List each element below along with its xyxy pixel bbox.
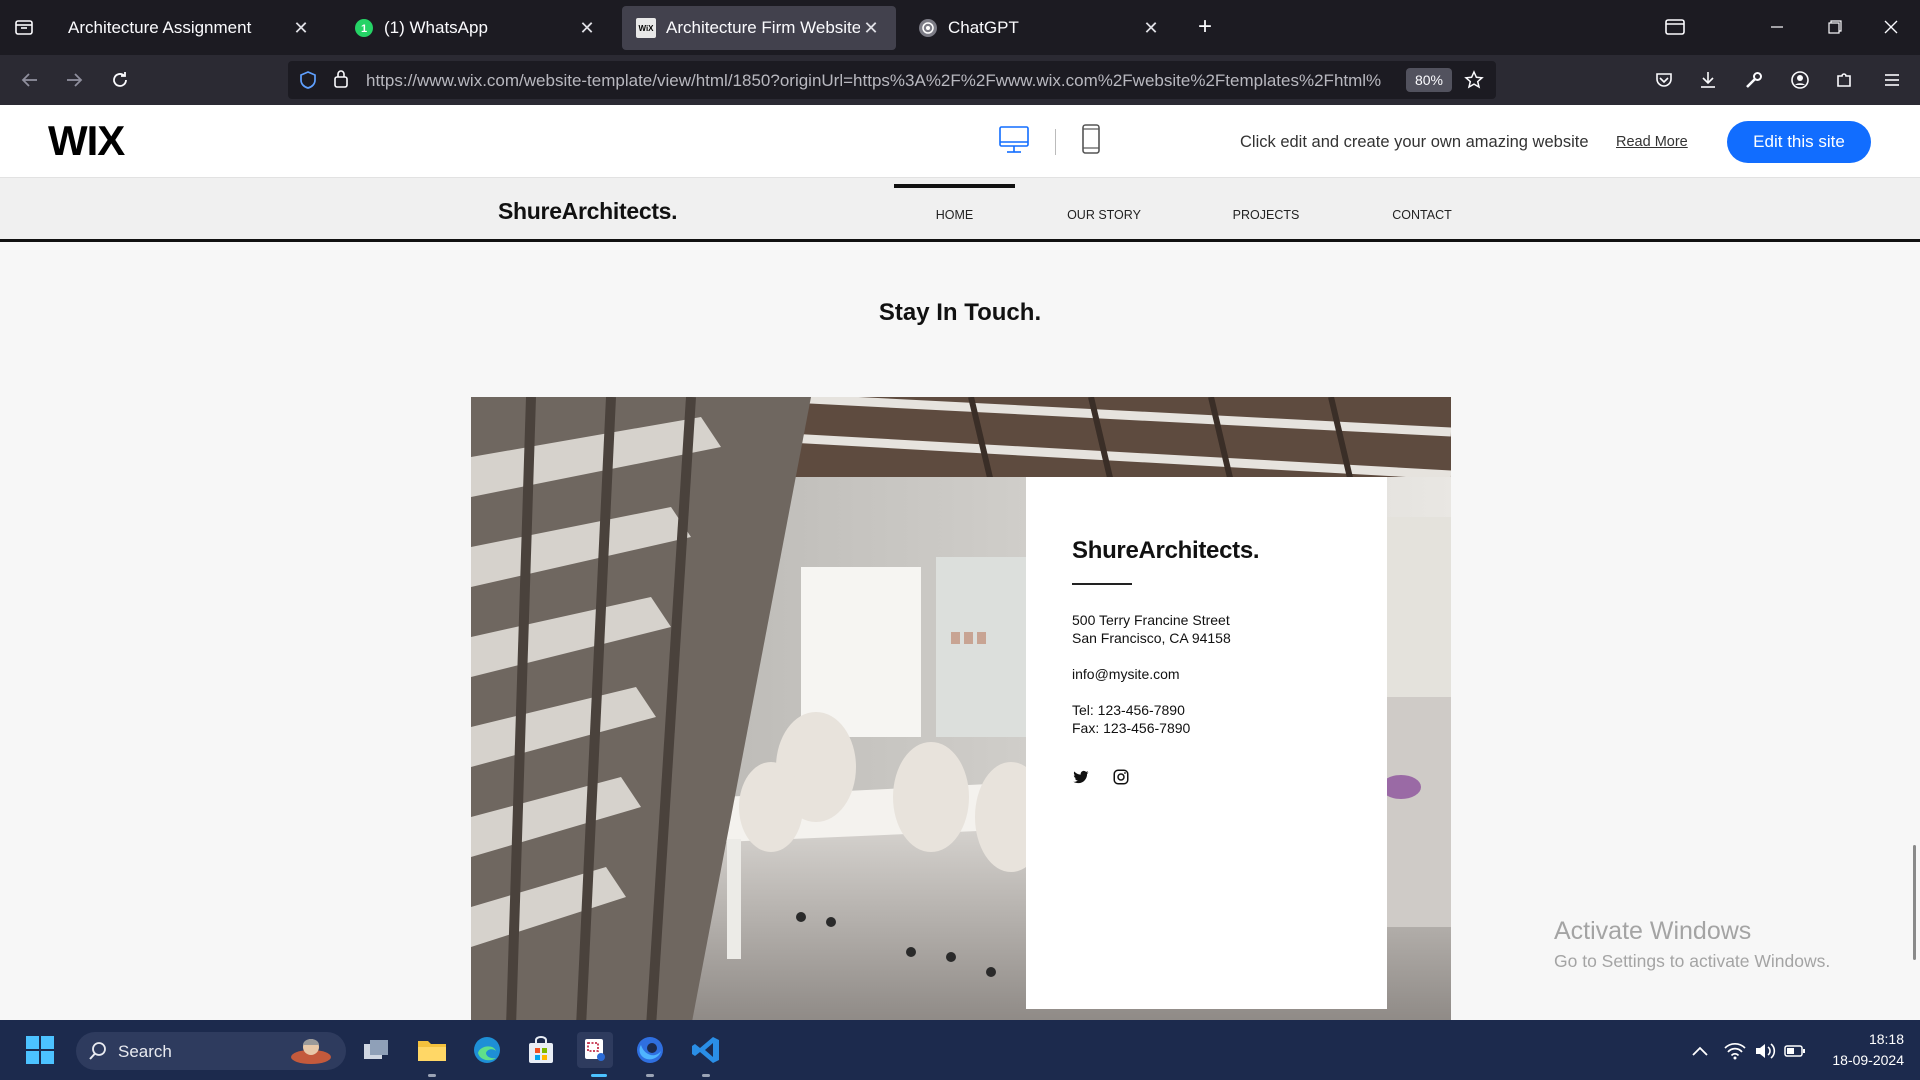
wix-favicon: WiX — [636, 18, 656, 38]
new-tab-icon[interactable]: + — [1188, 10, 1222, 44]
nav-contact[interactable]: CONTACT — [1362, 208, 1482, 222]
battery-icon[interactable] — [1784, 1040, 1806, 1062]
activate-windows-subtitle: Go to Settings to activate Windows. — [1554, 951, 1831, 971]
close-icon[interactable]: ✕ — [1140, 17, 1162, 39]
wix-logo[interactable]: WIX — [48, 117, 125, 165]
file-explorer-icon[interactable] — [414, 1032, 450, 1068]
active-app-indicator — [591, 1074, 607, 1077]
chatgpt-icon — [918, 18, 938, 38]
bookmark-star-icon[interactable] — [1464, 70, 1484, 95]
show-hidden-icons-chevron-icon[interactable] — [1689, 1040, 1711, 1062]
microsoft-store-icon[interactable] — [523, 1032, 559, 1068]
contact-card: ShureArchitects. 500 Terry Francine Stre… — [1026, 477, 1387, 1009]
restore-icon[interactable] — [1818, 10, 1852, 44]
desktop-view-icon[interactable] — [998, 123, 1030, 157]
minimize-icon[interactable] — [1760, 10, 1794, 44]
pocket-icon[interactable] — [1648, 64, 1680, 96]
windows-start-icon[interactable] — [22, 1032, 58, 1068]
lock-icon[interactable] — [332, 69, 350, 94]
wix-template-header: WIX Click edit and create your own amazi… — [0, 105, 1920, 178]
vscode-icon[interactable] — [688, 1032, 724, 1068]
whatsapp-icon: 1 — [354, 18, 374, 38]
close-icon[interactable]: ✕ — [860, 17, 882, 39]
close-icon[interactable]: ✕ — [290, 17, 312, 39]
snipping-tool-icon[interactable] — [577, 1032, 613, 1068]
svg-text:1: 1 — [361, 23, 367, 35]
address-line-1: 500 Terry Francine Street — [1072, 612, 1230, 628]
tab-title: ChatGPT — [948, 18, 1019, 37]
active-nav-indicator — [894, 184, 1015, 188]
contact-brand: ShureArchitects. — [1072, 537, 1260, 564]
zoom-level-badge[interactable]: 80% — [1406, 68, 1452, 92]
wix-promo-text: Click edit and create your own amazing w… — [1240, 133, 1589, 151]
search-highlight-icon — [288, 1035, 334, 1072]
site-logo[interactable]: ShureArchitects. — [498, 198, 678, 225]
running-indicator — [428, 1074, 436, 1077]
search-placeholder: Search — [118, 1042, 172, 1061]
menu-icon[interactable] — [1876, 64, 1908, 96]
tab-title: (1) WhatsApp — [384, 18, 488, 37]
tab-whatsapp[interactable]: 1 (1) WhatsApp ✕ — [340, 6, 612, 50]
address-line-2: San Francisco, CA 94158 — [1072, 630, 1231, 646]
search-icon — [88, 1041, 108, 1066]
forward-icon[interactable] — [58, 64, 90, 96]
view-separator — [1055, 129, 1056, 155]
address-bar[interactable]: https://www.wix.com/website-template/vie… — [288, 61, 1496, 99]
list-all-tabs-icon[interactable] — [1658, 10, 1692, 44]
tools-wrench-icon[interactable] — [1738, 64, 1770, 96]
browser-tab-bar: Architecture Assignment ✕ 1 (1) WhatsApp… — [0, 0, 1920, 55]
phone-fax: Fax: 123-456-7890 — [1072, 720, 1191, 736]
account-icon[interactable] — [1784, 64, 1816, 96]
nav-our-story[interactable]: OUR STORY — [1044, 208, 1164, 222]
read-more-link[interactable]: Read More — [1616, 134, 1688, 150]
close-window-icon[interactable] — [1874, 10, 1908, 44]
close-icon[interactable]: ✕ — [576, 17, 598, 39]
volume-icon[interactable] — [1754, 1040, 1776, 1062]
reload-icon[interactable] — [104, 64, 136, 96]
tab-chatgpt[interactable]: ChatGPT ✕ — [904, 6, 1176, 50]
wifi-icon[interactable] — [1724, 1040, 1746, 1062]
site-navigation: ShureArchitects. HOME OUR STORY PROJECTS… — [0, 178, 1920, 242]
edge-browser-icon[interactable] — [469, 1032, 505, 1068]
task-view-icon[interactable] — [358, 1032, 394, 1068]
instagram-icon[interactable] — [1112, 768, 1130, 786]
nav-projects[interactable]: PROJECTS — [1206, 208, 1326, 222]
tab-title: Architecture Assignment — [68, 18, 252, 37]
page-content: Stay In Touch. ShureArchitects. 500 Terr… — [0, 245, 1920, 1020]
twitter-icon[interactable] — [1072, 768, 1090, 786]
firefox-icon[interactable] — [632, 1032, 668, 1068]
url-text[interactable]: https://www.wix.com/website-template/vie… — [366, 71, 1396, 91]
back-icon[interactable] — [14, 64, 46, 96]
shield-icon[interactable] — [298, 70, 318, 95]
running-indicator — [702, 1074, 710, 1077]
section-title: Stay In Touch. — [878, 299, 1042, 326]
tab-architecture-assignment[interactable]: Architecture Assignment ✕ — [54, 6, 326, 50]
email-link[interactable]: info@mysite.com — [1072, 666, 1180, 682]
running-indicator — [646, 1074, 654, 1077]
mobile-view-icon[interactable] — [1080, 122, 1102, 156]
clock-time[interactable]: 18:18 — [1840, 1031, 1904, 1047]
downloads-icon[interactable] — [1692, 64, 1724, 96]
nav-home[interactable]: HOME — [894, 208, 1015, 222]
tab-overview-icon[interactable] — [8, 11, 40, 43]
clock-date[interactable]: 18-09-2024 — [1810, 1052, 1904, 1068]
edit-this-site-button[interactable]: Edit this site — [1727, 121, 1871, 163]
taskbar-search-box[interactable]: Search — [76, 1032, 346, 1070]
phone-tel: Tel: 123-456-7890 — [1072, 702, 1185, 718]
divider — [1072, 583, 1132, 585]
activate-windows-title: Activate Windows — [1554, 917, 1752, 945]
extensions-icon[interactable] — [1828, 64, 1860, 96]
tab-wix-template[interactable]: WiX Architecture Firm Website Temp ✕ — [622, 6, 896, 50]
page-scrollbar[interactable] — [1913, 845, 1916, 960]
tab-title: Architecture Firm Website Temp — [666, 18, 860, 37]
windows-taskbar: Search 18:18 18-09-2024 — [0, 1020, 1920, 1080]
